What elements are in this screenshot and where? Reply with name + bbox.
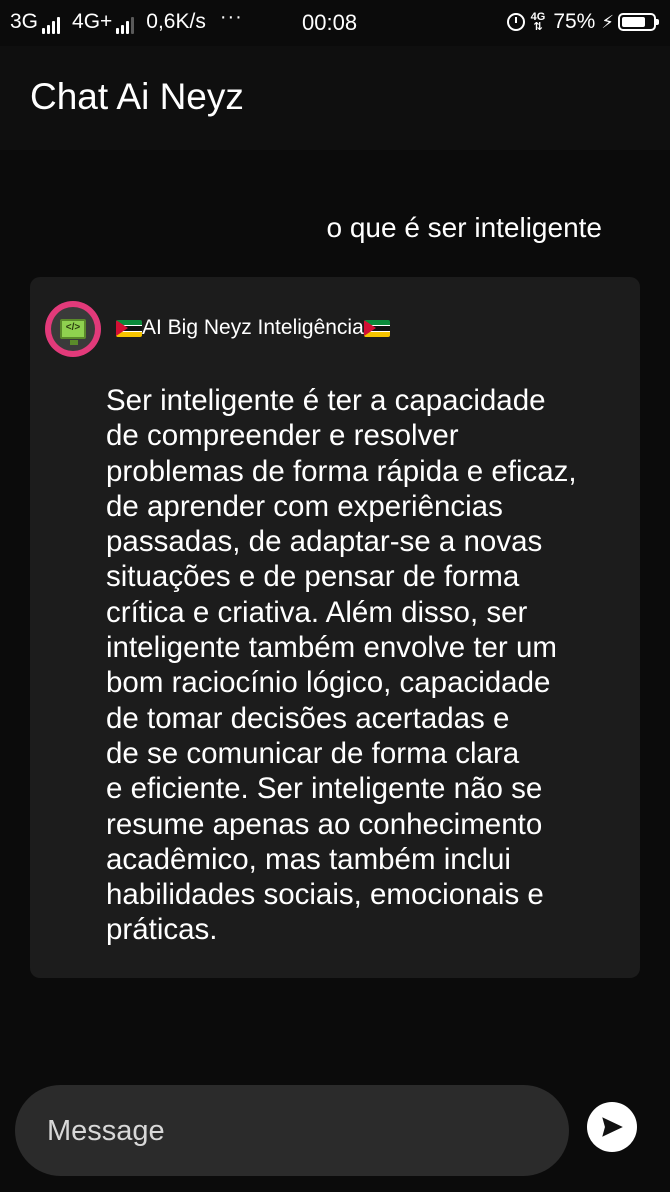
message-composer[interactable] — [15, 1085, 569, 1176]
bot-message-text: Ser inteligente é ter a capacidade de co… — [106, 384, 577, 947]
send-icon — [602, 1117, 623, 1137]
mozambique-flag-icon — [363, 319, 390, 337]
battery-icon — [618, 13, 659, 31]
clock: 00:08 — [302, 10, 358, 35]
signal-icon — [42, 16, 62, 34]
status-bar: 3G 4G+ 0,6K/s ··· 00:08 4G ⇅ 75% ⚡ — [0, 0, 670, 46]
network-speed: 0,6K/s — [146, 10, 206, 33]
network-3g-label: 3G — [10, 10, 39, 33]
computer-code-icon: </> — [60, 319, 86, 345]
signal-icon — [116, 16, 136, 34]
bot-name-label: AI Big Neyz Inteligência — [142, 316, 364, 339]
message-input[interactable] — [45, 1105, 549, 1157]
network-4g-label: 4G+ — [72, 10, 113, 33]
network-4g: 4G+ — [72, 10, 136, 34]
status-right: 4G ⇅ 75% ⚡ — [506, 10, 659, 34]
send-button[interactable] — [587, 1102, 637, 1152]
data-4g-icon: 4G ⇅ — [530, 11, 546, 33]
battery-percent: 75% — [553, 10, 596, 33]
avatar: </> — [45, 301, 101, 357]
network-3g: 3G — [10, 10, 62, 34]
mozambique-flag-icon — [116, 319, 142, 337]
page-title: Chat Ai Neyz — [30, 76, 244, 117]
bot-name: AI Big Neyz Inteligência — [116, 316, 390, 340]
bot-message-card: </> AI Big Neyz Inteligência Ser intelig… — [30, 277, 640, 978]
user-message: o que é ser inteligente — [326, 212, 602, 243]
app-bar: Chat Ai Neyz — [0, 46, 670, 150]
status-left: 3G 4G+ 0,6K/s ··· — [10, 6, 243, 34]
charging-icon: ⚡ — [601, 11, 614, 32]
alarm-icon — [506, 13, 525, 31]
more-notifications-icon: ··· — [219, 5, 243, 28]
